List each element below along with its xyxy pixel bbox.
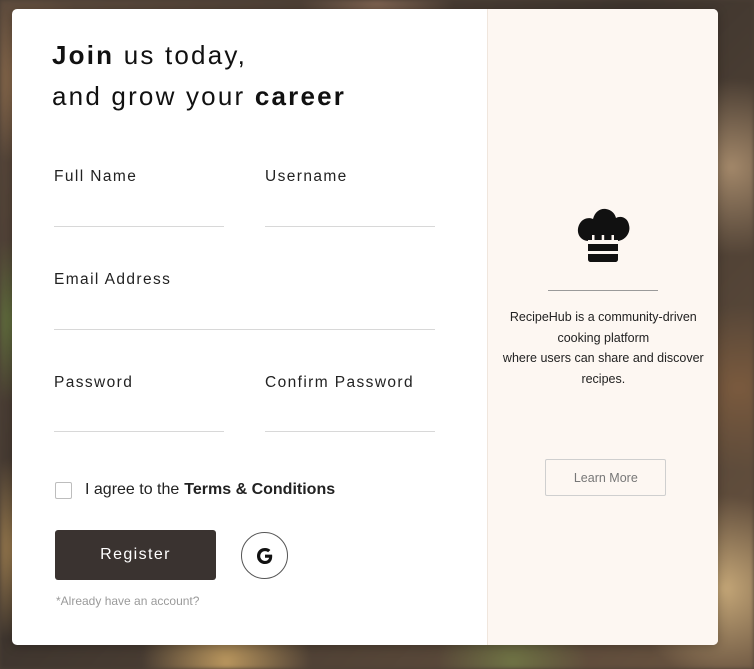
password-label: Password (54, 374, 134, 391)
chef-hat-icon (578, 208, 630, 262)
full-name-field: Full Name (54, 168, 224, 227)
email-input[interactable] (54, 329, 435, 330)
terms-link[interactable]: Terms & Conditions (184, 481, 335, 499)
description-line-1: RecipeHub is a community-driven (509, 310, 697, 324)
register-card: Join us today, and grow your career Full… (12, 9, 718, 645)
divider (548, 290, 659, 291)
username-field: Username (265, 168, 435, 227)
description-line-2: cooking platform (557, 330, 650, 345)
learn-more-button[interactable]: Learn More (545, 459, 667, 496)
username-input[interactable] (265, 226, 435, 227)
terms-checkbox[interactable] (55, 481, 72, 499)
platform-description: RecipeHub is a community-driven cooking … (498, 307, 708, 389)
register-form-panel: Join us today, and grow your career Full… (12, 9, 487, 645)
already-have-account-link[interactable]: *Already have an account? (56, 594, 199, 608)
confirm-password-input[interactable] (265, 431, 435, 432)
title-join: Join (52, 40, 115, 70)
terms-agreement: I agree to the Terms & Conditions (55, 481, 335, 499)
page-title: Join us today, and grow your career (52, 35, 346, 117)
google-g-icon (256, 547, 272, 564)
title-line2: and grow your (52, 81, 246, 111)
confirm-password-field: Confirm Password (265, 374, 435, 432)
full-name-input[interactable] (54, 226, 224, 227)
description-line-4: recipes. (581, 371, 626, 386)
email-label: Email Address (54, 271, 172, 288)
full-name-label: Full Name (54, 168, 138, 185)
password-input[interactable] (54, 431, 224, 432)
google-signin-button[interactable] (241, 532, 288, 579)
email-field: Email Address (54, 271, 435, 330)
register-button[interactable]: Register (55, 530, 216, 580)
confirm-password-label: Confirm Password (265, 374, 415, 391)
password-field: Password (54, 374, 224, 432)
username-label: Username (265, 168, 348, 185)
terms-prefix-text: I agree to the (85, 481, 180, 498)
description-line-3: where users can share and discover (502, 351, 704, 365)
title-line1: us today, (123, 40, 248, 70)
info-panel: RecipeHub is a community-driven cooking … (487, 9, 718, 645)
title-career: career (254, 81, 347, 111)
